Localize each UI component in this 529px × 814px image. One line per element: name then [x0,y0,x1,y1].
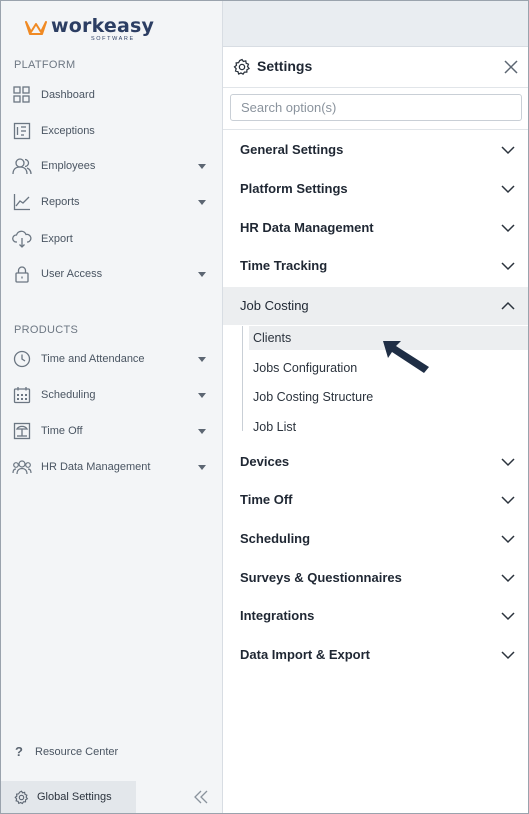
global-settings-label: Global Settings [37,791,112,803]
section-label: Integrations [240,608,315,623]
users-icon [12,156,32,176]
question-icon: ? [15,744,23,759]
settings-section-platform[interactable]: Platform Settings [223,170,528,208]
chart-line-icon [12,192,32,212]
resource-center-label: Resource Center [35,745,119,758]
settings-section-time-off[interactable]: Time Off [223,481,528,519]
settings-section-devices[interactable]: Devices [223,443,528,481]
list-doc-icon [12,121,32,141]
lock-icon [12,264,32,284]
sidebar-item-dashboard[interactable]: Dashboard [1,80,222,110]
sidebar-item-label: Export [41,233,73,245]
logo: workeasy SOFTWARE [25,15,154,45]
section-label: Devices [240,454,290,469]
chevron-down-icon[interactable] [198,356,206,362]
chevron-down-icon[interactable] [198,271,206,277]
chevron-down-icon [501,458,515,467]
sidebar-item-reports[interactable]: Reports [1,187,222,217]
section-label: Platform Settings [240,181,348,196]
sidebar-item-label: Time Off [41,425,83,437]
sidebar-item-label: HR Data Management [41,461,151,473]
sidebar-item-scheduling[interactable]: Scheduling [1,380,222,410]
settings-section-general[interactable]: General Settings [223,131,528,169]
sidebar-item-label: Exceptions [41,125,95,137]
chevron-down-icon [501,224,515,233]
logo-subtext: SOFTWARE [91,36,135,42]
top-bar [223,1,528,47]
settings-panel: Settings General Settings Platform Setti… [223,47,528,813]
section-label: Data Import & Export [240,647,371,662]
close-icon[interactable] [503,59,519,75]
chevron-down-icon [501,185,515,194]
grid-icon [12,85,32,105]
sidebar-item-exceptions[interactable]: Exceptions [1,116,222,146]
settings-title: Settings [257,58,313,74]
chevron-down-icon [501,651,515,660]
section-label: Scheduling [240,531,311,546]
settings-section-time-tracking[interactable]: Time Tracking [223,247,528,285]
app-window: workeasy SOFTWARE PLATFORM Dashboard Exc… [0,0,529,814]
chevron-up-icon [501,301,515,310]
sidebar-item-label: User Access [41,268,103,280]
beach-icon [12,421,32,441]
job-costing-item-job-list[interactable]: Job List [253,415,296,439]
section-label: HR Data Management [240,220,374,235]
logo-text: workeasy [51,15,155,37]
sidebar-item-time-off[interactable]: Time Off [1,416,222,446]
gear-icon [233,58,251,81]
settings-section-integrations[interactable]: Integrations [223,597,528,635]
cloud-export-icon [12,229,32,249]
sidebar-item-employees[interactable]: Employees [1,151,222,181]
chevron-down-icon[interactable] [198,163,206,169]
sidebar-item-label: Dashboard [41,89,95,101]
pointer-arrow-icon [383,341,429,373]
sidebar: workeasy SOFTWARE PLATFORM Dashboard Exc… [1,1,223,813]
job-costing-item-jobs-configuration[interactable]: Jobs Configuration [253,356,357,380]
chevron-down-icon [501,574,515,583]
clock-icon [12,349,32,369]
resource-center-link[interactable]: ? Resource Center [15,744,118,759]
calendar-icon [12,385,32,405]
chevron-down-icon [501,262,515,271]
settings-header: Settings [223,47,528,88]
gear-icon [14,790,29,810]
logo-crown-icon [25,21,47,35]
settings-section-job-costing[interactable]: Job Costing [223,287,528,325]
section-label: Time Off [240,492,293,507]
settings-section-surveys[interactable]: Surveys & Questionnaires [223,559,528,597]
sidebar-item-hr-data-management[interactable]: HR Data Management [1,452,222,482]
chevron-down-icon [501,612,515,621]
chevron-down-icon [501,146,515,155]
search-input[interactable] [230,94,522,121]
settings-section-data-import-export[interactable]: Data Import & Export [223,636,528,674]
settings-section-scheduling[interactable]: Scheduling [223,520,528,558]
sidebar-item-user-access[interactable]: User Access [1,259,222,289]
group-icon [12,457,32,477]
chevron-down-icon[interactable] [198,199,206,205]
section-label: Surveys & Questionnaires [240,570,402,585]
sidebar-item-label: Time and Attendance [41,353,145,365]
section-label: Job Costing [240,298,309,313]
sidebar-item-time-and-attendance[interactable]: Time and Attendance [1,344,222,374]
products-section-label: PRODUCTS [14,324,79,336]
sidebar-item-export[interactable]: Export [1,224,222,254]
chevron-down-icon[interactable] [198,428,206,434]
sidebar-item-label: Employees [41,160,96,172]
chevron-down-icon[interactable] [198,392,206,398]
chevron-down-icon [501,496,515,505]
divider [223,129,528,130]
sidebar-item-label: Reports [41,196,80,208]
tree-line [242,326,243,431]
job-costing-item-structure[interactable]: Job Costing Structure [253,385,373,409]
chevron-down-icon [501,535,515,544]
settings-section-hr-data[interactable]: HR Data Management [223,209,528,247]
global-settings-button[interactable]: Global Settings [1,781,136,813]
section-label: General Settings [240,142,344,157]
platform-section-label: PLATFORM [14,59,76,71]
sidebar-item-label: Scheduling [41,389,96,401]
collapse-sidebar-icon[interactable] [191,787,211,807]
chevron-down-icon[interactable] [198,464,206,470]
section-label: Time Tracking [240,258,328,273]
